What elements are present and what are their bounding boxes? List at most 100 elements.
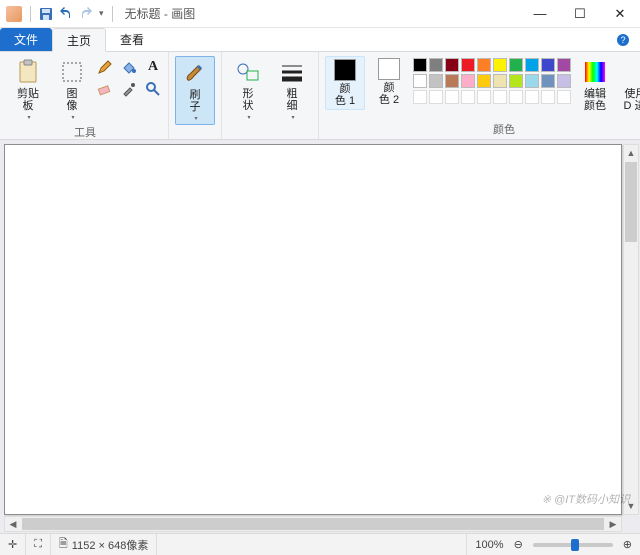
status-bar: ✛ ⛶ 🗎 1152 × 648像素 100% ⊖ ⊕ bbox=[0, 533, 640, 555]
colors-group-label: 颜色 bbox=[493, 120, 515, 137]
paint3d-button[interactable]: 使用画图 3 D 进行编辑 bbox=[619, 56, 640, 114]
edit-colors-icon bbox=[581, 58, 609, 86]
swatch-empty[interactable] bbox=[493, 90, 507, 104]
selection-cell: ⛶ bbox=[26, 534, 51, 555]
color1-swatch bbox=[334, 59, 356, 81]
canvas-size-cell: 🗎 1152 × 648像素 bbox=[51, 534, 157, 555]
swatch[interactable] bbox=[461, 74, 475, 88]
swatch-empty[interactable] bbox=[509, 90, 523, 104]
help-icon[interactable]: ? bbox=[616, 28, 640, 51]
swatch-empty[interactable] bbox=[541, 90, 555, 104]
stroke-label: 粗 细 bbox=[287, 88, 298, 112]
cursor-icon: ✛ bbox=[8, 538, 17, 551]
swatch[interactable] bbox=[413, 58, 427, 72]
swatch-empty[interactable] bbox=[445, 90, 459, 104]
edit-colors-button[interactable]: 编辑 颜色 bbox=[575, 56, 615, 114]
color1-label: 颜 色 1 bbox=[335, 83, 355, 107]
brush-icon bbox=[181, 59, 209, 87]
swatch-empty[interactable] bbox=[525, 90, 539, 104]
clipboard-icon bbox=[14, 58, 42, 86]
maximize-button[interactable]: ☐ bbox=[560, 0, 600, 28]
eraser-icon[interactable] bbox=[96, 80, 114, 98]
swatch[interactable] bbox=[525, 58, 539, 72]
text-icon[interactable]: A bbox=[144, 58, 162, 76]
color2-swatch bbox=[378, 58, 400, 80]
ribbon-tabs: 文件 主页 查看 ? bbox=[0, 28, 640, 52]
zoom-thumb[interactable] bbox=[571, 539, 579, 551]
swatch[interactable] bbox=[509, 58, 523, 72]
color2-button[interactable]: 颜 色 2 bbox=[369, 56, 409, 108]
swatch[interactable] bbox=[429, 58, 443, 72]
clipboard-button[interactable]: 剪贴 板▾ bbox=[8, 56, 48, 123]
undo-icon[interactable] bbox=[59, 7, 73, 21]
cursor-pos-cell: ✛ bbox=[0, 534, 26, 555]
scroll-thumb-v[interactable] bbox=[625, 162, 637, 242]
image-select-button[interactable]: 图 像▾ bbox=[52, 56, 92, 123]
scroll-up-icon[interactable]: ▲ bbox=[624, 145, 638, 161]
picker-icon[interactable] bbox=[120, 80, 138, 98]
app-icon bbox=[6, 6, 22, 22]
horizontal-scrollbar[interactable]: ◀ ▶ bbox=[4, 516, 622, 532]
swatch-empty[interactable] bbox=[461, 90, 475, 104]
zoom-value: 100% bbox=[475, 539, 503, 551]
swatch[interactable] bbox=[541, 74, 555, 88]
stroke-icon bbox=[278, 58, 306, 86]
zoom-slider[interactable] bbox=[533, 543, 613, 547]
swatch[interactable] bbox=[477, 74, 491, 88]
clipboard-label: 剪贴 板 bbox=[17, 88, 39, 112]
swatch[interactable] bbox=[445, 58, 459, 72]
dimensions-icon: 🗎 bbox=[59, 535, 68, 554]
scroll-thumb-h[interactable] bbox=[22, 518, 604, 530]
redo-icon[interactable] bbox=[79, 7, 93, 21]
minimize-button[interactable]: — bbox=[520, 0, 560, 28]
swatch[interactable] bbox=[445, 74, 459, 88]
shapes-label: 形 状 bbox=[243, 88, 254, 112]
scroll-right-icon[interactable]: ▶ bbox=[605, 517, 621, 531]
zoom-out-button[interactable]: ⊖ bbox=[514, 538, 523, 551]
tab-view[interactable]: 查看 bbox=[106, 28, 158, 51]
tab-home[interactable]: 主页 bbox=[52, 28, 106, 52]
window-title: 无标题 - 画图 bbox=[125, 5, 196, 22]
image-label: 图 像 bbox=[67, 88, 78, 112]
swatch-empty[interactable] bbox=[557, 90, 571, 104]
swatch[interactable] bbox=[557, 58, 571, 72]
color2-label: 颜 色 2 bbox=[379, 82, 399, 106]
color1-button[interactable]: 颜 色 1 bbox=[325, 56, 365, 110]
canvas[interactable] bbox=[4, 144, 622, 515]
swatch-empty[interactable] bbox=[429, 90, 443, 104]
shapes-icon bbox=[234, 58, 262, 86]
ribbon: 剪贴 板▾ 图 像▾ A 工具 bbox=[0, 52, 640, 140]
tab-file[interactable]: 文件 bbox=[0, 28, 52, 51]
pencil-icon[interactable] bbox=[96, 58, 114, 76]
svg-text:?: ? bbox=[620, 35, 625, 45]
swatch[interactable] bbox=[541, 58, 555, 72]
title-bar: ▾ 无标题 - 画图 — ☐ ✕ bbox=[0, 0, 640, 28]
shapes-button[interactable]: 形 状▾ bbox=[228, 56, 268, 123]
swatch[interactable] bbox=[509, 74, 523, 88]
swatch[interactable] bbox=[461, 58, 475, 72]
canvas-size: 1152 × 648像素 bbox=[72, 537, 149, 553]
swatch[interactable] bbox=[413, 74, 427, 88]
qat-dropdown-icon[interactable]: ▾ bbox=[99, 8, 104, 19]
swatch-empty[interactable] bbox=[477, 90, 491, 104]
swatch[interactable] bbox=[493, 74, 507, 88]
magnifier-icon[interactable] bbox=[144, 80, 162, 98]
swatch[interactable] bbox=[525, 74, 539, 88]
fill-icon[interactable] bbox=[120, 58, 138, 76]
tools-group-label: 工具 bbox=[74, 123, 96, 140]
brush-button[interactable]: 刷 子▾ bbox=[175, 56, 215, 125]
color-palette bbox=[413, 56, 571, 104]
select-icon bbox=[58, 58, 86, 86]
zoom-in-button[interactable]: ⊕ bbox=[623, 538, 632, 551]
swatch[interactable] bbox=[493, 58, 507, 72]
vertical-scrollbar[interactable]: ▲ ▼ bbox=[623, 144, 639, 515]
swatch-empty[interactable] bbox=[413, 90, 427, 104]
close-button[interactable]: ✕ bbox=[600, 0, 640, 28]
swatch[interactable] bbox=[557, 74, 571, 88]
stroke-button[interactable]: 粗 细▾ bbox=[272, 56, 312, 123]
scroll-left-icon[interactable]: ◀ bbox=[5, 517, 21, 531]
save-icon[interactable] bbox=[39, 7, 53, 21]
paint3d-label: 使用画图 3 D 进行编辑 bbox=[624, 88, 640, 112]
swatch[interactable] bbox=[429, 74, 443, 88]
swatch[interactable] bbox=[477, 58, 491, 72]
